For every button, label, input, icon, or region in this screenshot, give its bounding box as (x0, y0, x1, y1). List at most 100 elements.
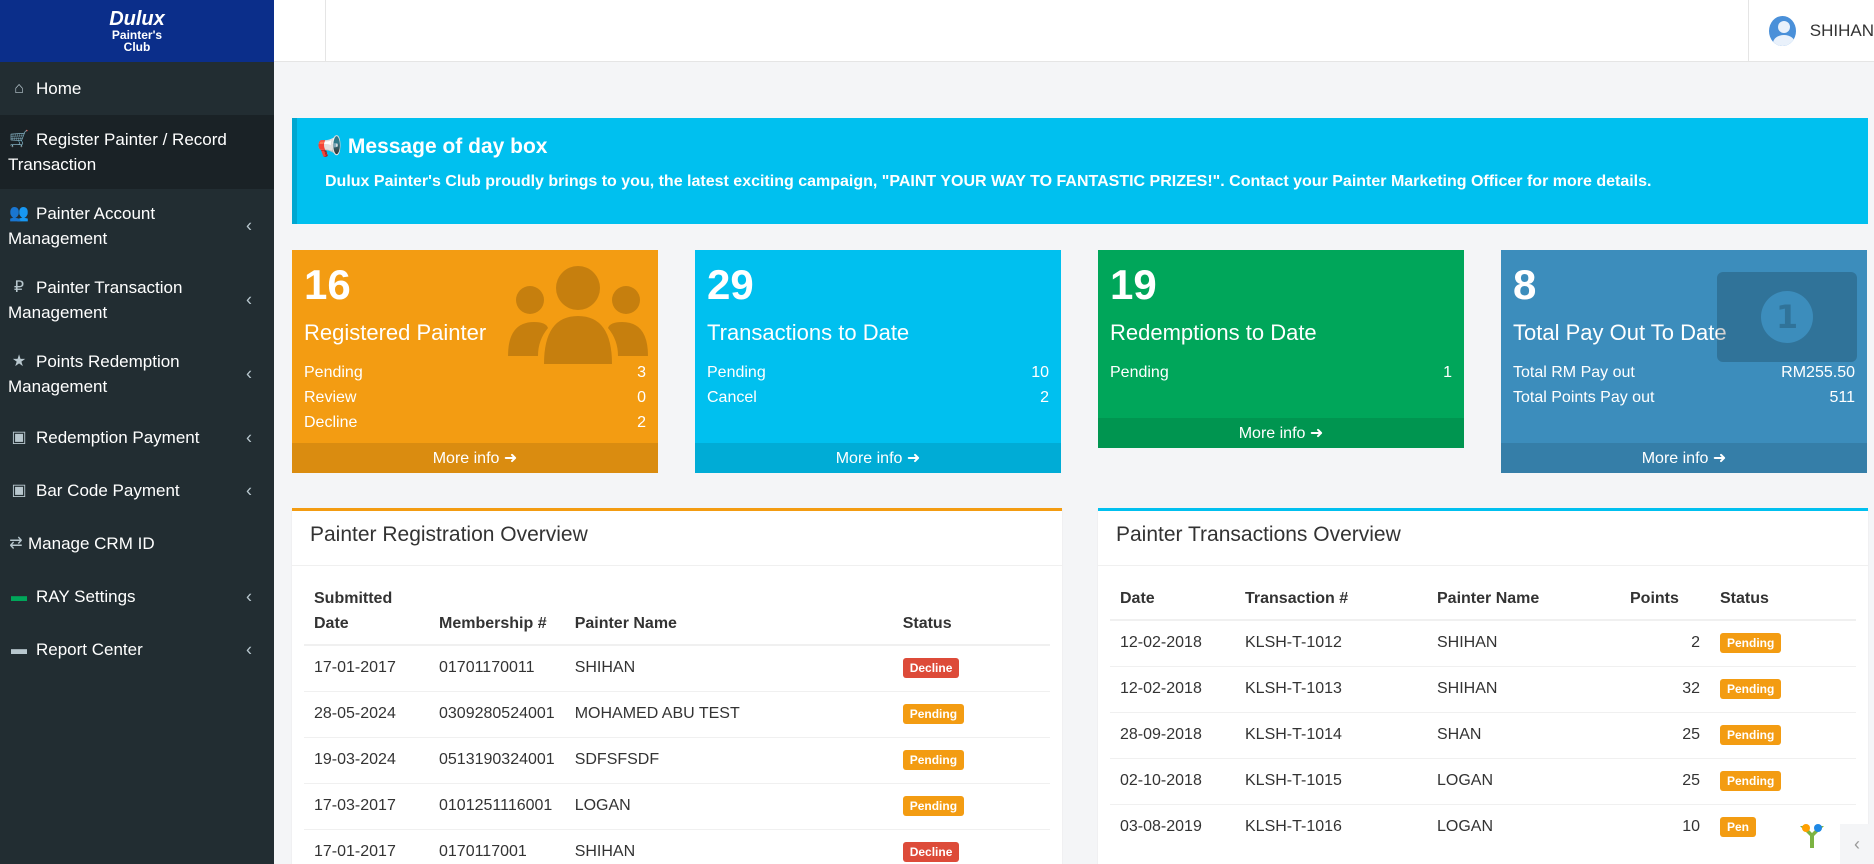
table-row[interactable]: 19-03-2024 0513190324001 SDFSFSDF Pendin… (304, 736, 1050, 783)
sidebar-item-label: RAY Settings (36, 587, 136, 606)
dulux-logo[interactable]: Dulux Painter's Club (0, 0, 274, 62)
cell-points: 32 (1620, 665, 1710, 712)
table-row[interactable]: 12-02-2018 KLSH-T-1012 SHIHAN 2 Pending (1110, 619, 1856, 666)
table-row[interactable]: 17-01-2017 0170117001 SHIHAN Decline (304, 828, 1050, 864)
stat-title: Transactions to Date (707, 320, 910, 346)
message-body: Dulux Painter's Club proudly brings to y… (325, 173, 1652, 190)
table-row[interactable]: 02-10-2018 KLSH-T-1015 LOGAN 25 Pending (1110, 757, 1856, 804)
sidebar-item-label: Report Center (36, 640, 143, 659)
column-header: Date (1110, 578, 1235, 621)
more-info-link[interactable]: More info ➜ (292, 443, 658, 474)
cell-date: 17-03-2017 (304, 782, 429, 829)
table-row[interactable]: 17-03-2017 0101251116001 LOGAN Pending (304, 782, 1050, 829)
sidebar-toggle-button[interactable] (274, 0, 326, 62)
stat-row-value: 1 (1443, 364, 1452, 382)
cell-date: 28-05-2024 (304, 690, 429, 737)
cell-name: SDFSFSDF (564, 736, 893, 783)
more-info-link[interactable]: More info ➜ (1501, 443, 1867, 474)
sidebar-item-label: Painter Transaction Management (8, 278, 183, 322)
painter-registration-panel: Painter Registration Overview Submitted … (292, 508, 1062, 864)
folder-icon: ▬ (11, 641, 27, 658)
cell-transaction: KLSH-T-1013 (1235, 665, 1427, 712)
avatar (1769, 16, 1796, 46)
cell-points: 25 (1620, 757, 1710, 804)
cell-membership: 0309280524001 (429, 690, 565, 737)
sidebar-item-register-painter[interactable]: 🛒 Register Painter / Record Transaction (0, 115, 274, 189)
stat-row-label: Pending (304, 364, 363, 382)
chevron-left-icon[interactable]: ‹ (1840, 824, 1874, 864)
cell-membership: 0513190324001 (429, 736, 565, 783)
sidebar-item-label: Register Painter / Record Transaction (8, 130, 227, 174)
cell-points: 10 (1620, 803, 1710, 850)
stat-row-value: 2 (1040, 389, 1049, 407)
sidebar-item-manage-crm[interactable]: ⇄ Manage CRM ID (0, 517, 274, 570)
sidebar-item-points-redemption[interactable]: ★ Points Redemption Management ‹ (0, 337, 274, 411)
svg-text:1: 1 (1776, 298, 1798, 336)
panel-title: Painter Registration Overview (292, 511, 1062, 566)
user-menu[interactable]: SHIHAN (1748, 0, 1874, 62)
stat-number: 19 (1110, 261, 1157, 308)
yii-debug-icon[interactable] (1790, 814, 1834, 858)
folder-icon: ▬ (11, 588, 27, 605)
cell-date: 02-10-2018 (1110, 757, 1235, 804)
sidebar-item-barcode-payment[interactable]: ▣ Bar Code Payment ‹ (0, 464, 274, 517)
money-icon: ▣ (11, 429, 27, 446)
chevron-left-icon: ‹ (246, 639, 252, 659)
sidebar-item-painter-account[interactable]: 👥 Painter Account Management ‹ (0, 189, 274, 263)
user-name: SHIHAN (1809, 21, 1874, 40)
money-icon: ▣ (11, 482, 27, 499)
cell-name: SHIHAN (564, 828, 893, 864)
table-row[interactable]: 17-01-2017 01701170011 SHIHAN Decline (304, 644, 1050, 691)
stat-redemptions: 19 Redemptions to Date Pending 1 More inf… (1098, 250, 1464, 449)
cell-membership: 0170117001 (429, 828, 565, 864)
chevron-left-icon: ‹ (246, 363, 252, 384)
cell-transaction: KLSH-T-1016 (1235, 803, 1427, 850)
column-header: Painter Name (564, 578, 893, 646)
cell-name: LOGAN (1427, 757, 1620, 804)
stat-row-value: 511 (1829, 389, 1855, 407)
more-info-link[interactable]: More info ➜ (1098, 418, 1464, 449)
stat-registered-painter: 16 Registered Painter Pending 3 Review 0 D… (292, 250, 658, 474)
table-row[interactable]: 12-02-2018 KLSH-T-1013 SHIHAN 32 Pending (1110, 665, 1856, 712)
table-row[interactable]: 28-05-2024 0309280524001 MOHAMED ABU TES… (304, 690, 1050, 737)
stat-row-value: 10 (1031, 364, 1049, 382)
column-header: Status (1710, 578, 1856, 621)
column-header: Painter Name (1427, 578, 1620, 621)
more-info-label: More info (835, 450, 903, 468)
cell-name: SHIHAN (1427, 665, 1620, 712)
stat-row-label: Pending (1110, 364, 1169, 382)
sidebar-item-report-center[interactable]: ▬ Report Center ‹ (0, 623, 274, 676)
cell-date: 19-03-2024 (304, 736, 429, 783)
cell-membership: 01701170011 (429, 644, 565, 691)
stat-row-value: 2 (637, 414, 646, 432)
sidebar-item-redemption-payment[interactable]: ▣ Redemption Payment ‹ (0, 411, 274, 464)
table-row[interactable]: 28-09-2018 KLSH-T-1014 SHAN 25 Pending (1110, 711, 1856, 758)
stat-row-label: Total RM Pay out (1513, 364, 1635, 382)
more-info-link[interactable]: More info ➜ (695, 443, 1061, 474)
sidebar-item-home[interactable]: ⌂ Home (0, 62, 274, 115)
column-header: Status (892, 578, 1050, 646)
table-row[interactable]: 03-08-2019 KLSH-T-1016 LOGAN 10 Pen (1110, 803, 1856, 850)
cell-name: SHIHAN (1427, 619, 1620, 666)
cell-name: SHAN (1427, 711, 1620, 758)
cell-date: 03-08-2019 (1110, 803, 1235, 850)
arrow-circle-right-icon: ➜ (503, 450, 518, 468)
sidebar-item-painter-transaction[interactable]: ₽ Painter Transaction Management ‹ (0, 263, 274, 337)
bullhorn-icon: 📢 (317, 136, 342, 158)
status-badge: Decline (902, 842, 960, 863)
chevron-left-icon: ‹ (246, 586, 252, 606)
sidebar-item-label: Points Redemption Management (8, 352, 180, 396)
stat-row-label: Cancel (707, 389, 757, 407)
money-bill-icon: 1 (1717, 272, 1857, 367)
topbar: SHIHAN (274, 0, 1874, 62)
stat-row-label: Review (304, 389, 357, 407)
cell-name: SHIHAN (564, 644, 893, 691)
sidebar-item-label: Home (36, 79, 82, 98)
chevron-left-icon: ‹ (246, 289, 252, 310)
cell-date: 17-01-2017 (304, 828, 429, 864)
message-of-day-box: 📢 Message of day box Dulux Painter's Clu… (292, 118, 1868, 224)
stat-total-payout: 1 8 Total Pay Out To Date Total RM Pay o… (1501, 250, 1867, 474)
cell-transaction: KLSH-T-1014 (1235, 711, 1427, 758)
sidebar-item-ray-settings[interactable]: ▬ RAY Settings ‹ (0, 570, 274, 623)
status-badge: Pending (1720, 679, 1782, 699)
